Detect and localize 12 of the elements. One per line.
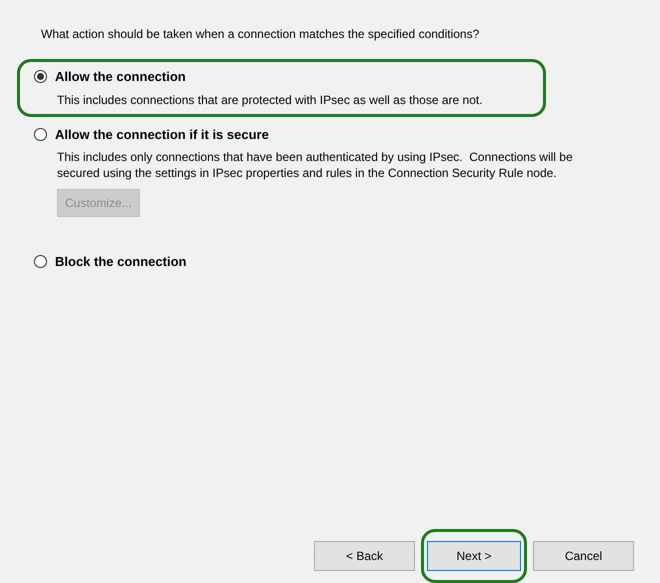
dialog-button[interactable]: Cancel (533, 541, 634, 571)
option-description: This includes only connections that have been authenticated by using IPsec. Connections will be secured using the settings in IPsec properties and rules in the Connection Security Rule node. (57, 149, 574, 181)
option-label[interactable]: Allow the connection if it is secure (55, 124, 269, 144)
option-label[interactable]: Block the connection (55, 252, 186, 272)
prompt-text: What action should be taken when a connection matches the specified conditions? (41, 26, 480, 43)
option-label[interactable]: Allow the connection (55, 67, 186, 86)
option-description: This includes connections that are protected with IPsec as well as those are not. (57, 92, 484, 108)
radio-button[interactable] (34, 70, 47, 84)
dialog-button[interactable]: < Back (314, 541, 415, 571)
radio-button[interactable] (34, 128, 47, 141)
radio-button[interactable] (34, 255, 47, 268)
dialog-button[interactable]: Next > (427, 541, 521, 571)
